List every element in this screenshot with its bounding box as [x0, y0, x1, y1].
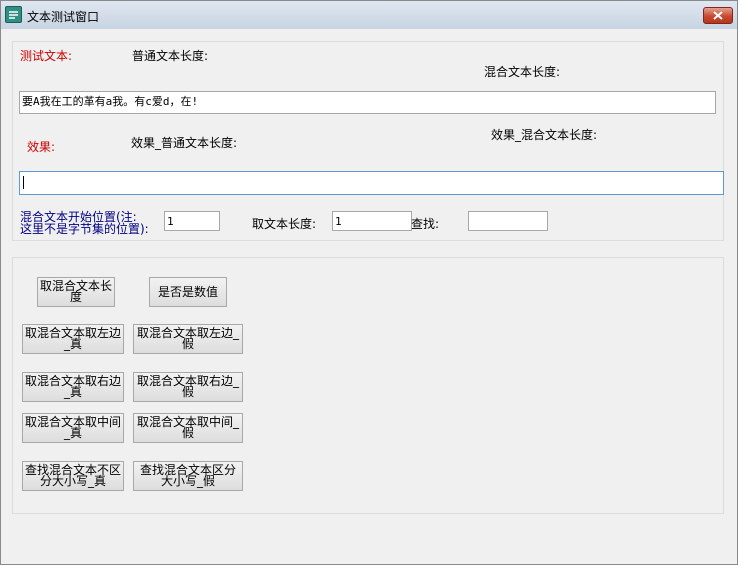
mid-true-button[interactable]: 取混合文本取中间_真 [22, 413, 124, 443]
text-group: 测试文本: 普通文本长度: 混合文本长度: 要A我在工的革有a我。有c爱d，在!… [12, 41, 724, 241]
start-position-input[interactable]: 1 [164, 211, 220, 231]
left-true-button[interactable]: 取混合文本取左边_真 [22, 324, 124, 354]
find-input[interactable] [468, 211, 548, 231]
text-caret [23, 176, 24, 189]
test-text-label: 测试文本: [20, 49, 73, 63]
window-title: 文本测试窗口 [27, 10, 100, 24]
find-label: 查找: [411, 217, 440, 231]
left-false-button[interactable]: 取混合文本取左边_假 [133, 324, 243, 354]
find-case-sensitive-button[interactable]: 查找混合文本区分大小写_假 [133, 461, 243, 491]
test-text-input[interactable]: 要A我在工的革有a我。有c爱d，在! [19, 91, 716, 114]
effect-input[interactable] [19, 171, 724, 195]
close-button[interactable] [703, 7, 733, 24]
title-bar: 文本测试窗口 [1, 1, 737, 29]
app-icon [5, 6, 22, 23]
effect-label: 效果: [27, 140, 56, 154]
main-window: 文本测试窗口 测试文本: 普通文本长度: 混合文本长度: 要A我在工的革有a我。… [0, 0, 738, 565]
take-length-label: 取文本长度: [252, 217, 317, 231]
effect-mixed-length-label: 效果_混合文本长度: [491, 128, 598, 142]
mixed-length-label: 混合文本长度: [484, 65, 561, 79]
start-position-label-line2: 这里不是字节集的位置): [20, 222, 149, 236]
buttons-group: 取混合文本长度 是否是数值 取混合文本取左边_真 取混合文本取左边_假 取混合文… [12, 257, 724, 514]
right-false-button[interactable]: 取混合文本取右边_假 [133, 372, 243, 402]
find-case-insensitive-button[interactable]: 查找混合文本不区分大小写_真 [22, 461, 124, 491]
is-numeric-button[interactable]: 是否是数值 [149, 277, 227, 307]
effect-normal-length-label: 效果_普通文本长度: [131, 136, 238, 150]
normal-length-label: 普通文本长度: [132, 49, 209, 63]
right-true-button[interactable]: 取混合文本取右边_真 [22, 372, 124, 402]
mixed-length-button[interactable]: 取混合文本长度 [37, 277, 115, 307]
close-icon [713, 11, 723, 20]
mid-false-button[interactable]: 取混合文本取中间_假 [133, 413, 243, 443]
take-length-input[interactable]: 1 [332, 211, 412, 231]
